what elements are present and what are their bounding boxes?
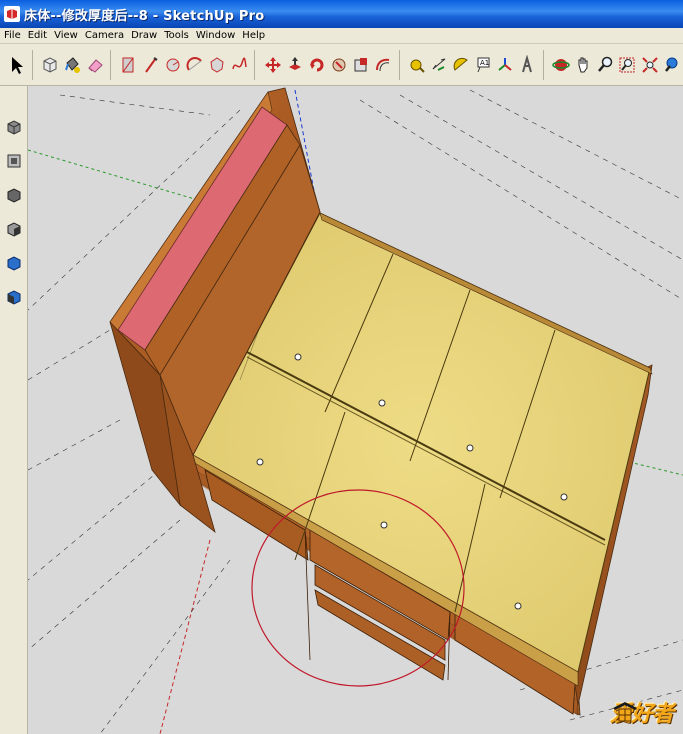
views-toolbar (0, 86, 28, 734)
orbit-icon[interactable] (551, 51, 572, 79)
toolbar-separator (110, 49, 116, 80)
freehand-icon[interactable] (228, 51, 249, 79)
zoom-icon[interactable] (595, 51, 616, 79)
polygon-icon[interactable] (206, 51, 227, 79)
menu-draw[interactable]: Draw (131, 30, 157, 41)
push-pull-icon[interactable] (284, 51, 305, 79)
sketchup-app-icon[interactable] (4, 6, 20, 22)
watermark: 爱好者 (610, 696, 674, 728)
modeling-viewport[interactable]: 爱好者 (28, 86, 683, 734)
menu-view[interactable]: View (54, 30, 78, 41)
text-icon[interactable]: A1 (473, 51, 494, 79)
menu-file[interactable]: File (4, 30, 21, 41)
pan-hand-icon[interactable] (573, 51, 594, 79)
zoom-extents-icon[interactable] (639, 51, 660, 79)
line-pencil-icon[interactable] (140, 51, 161, 79)
previous-view-icon[interactable] (661, 51, 682, 79)
toolbar-separator (398, 49, 405, 80)
rotate-icon[interactable] (306, 51, 327, 79)
svg-text:A1: A1 (480, 59, 489, 67)
zoom-window-icon[interactable] (617, 51, 638, 79)
eraser-icon[interactable] (84, 51, 105, 79)
menu-bar: File Edit View Camera Draw Tools Window … (0, 28, 683, 44)
paint-bucket-icon[interactable] (62, 51, 83, 79)
top-view-icon[interactable] (3, 150, 25, 172)
protractor-icon[interactable] (451, 51, 472, 79)
follow-me-icon[interactable] (328, 51, 349, 79)
front-view-icon[interactable] (3, 184, 25, 206)
toolbar-separator (32, 49, 38, 80)
menu-edit[interactable]: Edit (28, 30, 47, 41)
scale-icon[interactable] (350, 51, 371, 79)
main-toolbar: A1 (0, 44, 683, 86)
menu-tools[interactable]: Tools (164, 30, 189, 41)
3d-text-icon[interactable] (517, 51, 538, 79)
menu-help[interactable]: Help (242, 30, 265, 41)
menu-window[interactable]: Window (196, 30, 235, 41)
arc-icon[interactable] (184, 51, 205, 79)
dimension-icon[interactable] (429, 51, 450, 79)
iso-view-icon[interactable] (3, 116, 25, 138)
window-title: 床体--修改厚度后--8 - SketchUp Pro (24, 8, 265, 24)
select-arrow-icon[interactable] (6, 51, 27, 79)
bed-model[interactable] (109, 87, 653, 716)
right-view-icon[interactable] (3, 218, 25, 240)
watermark-logo-icon (612, 702, 637, 722)
menu-camera[interactable]: Camera (85, 30, 124, 41)
circle-icon[interactable] (162, 51, 183, 79)
offset-icon[interactable] (373, 51, 394, 79)
tape-measure-icon[interactable] (406, 51, 427, 79)
move-icon[interactable] (262, 51, 283, 79)
toolbar-separator (254, 49, 260, 80)
make-component-icon[interactable] (40, 51, 61, 79)
title-bar: 床体--修改厚度后--8 - SketchUp Pro (0, 0, 683, 28)
toolbar-separator (542, 49, 549, 80)
scene-canvas (28, 87, 683, 734)
rectangle-icon[interactable] (118, 51, 139, 79)
axes-icon[interactable] (495, 51, 516, 79)
left-view-icon[interactable] (3, 286, 25, 308)
back-view-icon[interactable] (3, 252, 25, 274)
